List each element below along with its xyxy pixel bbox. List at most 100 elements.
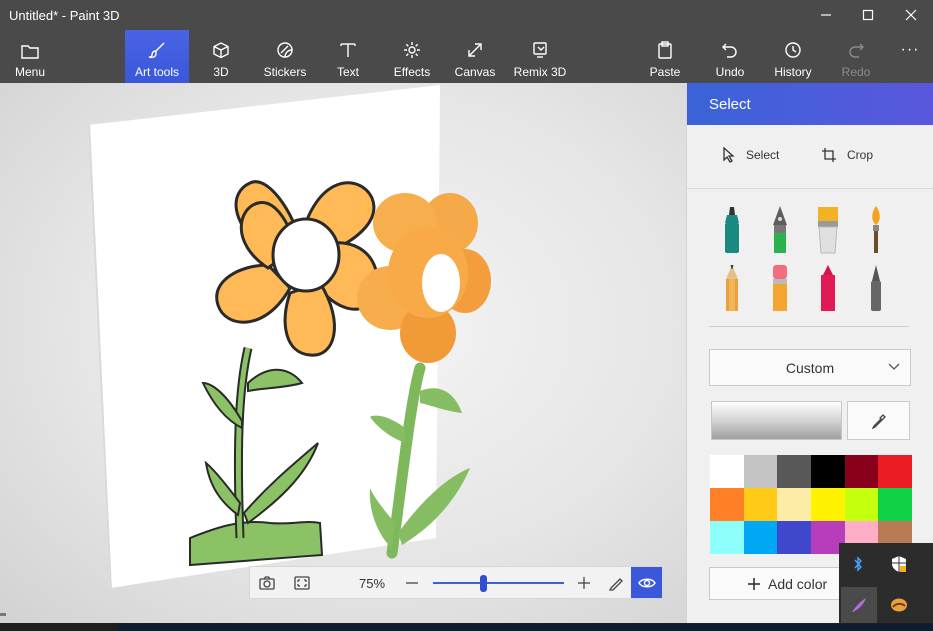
panel-title: Select	[687, 83, 933, 125]
art-tools-label: Art tools	[134, 65, 179, 79]
redo-label: Redo	[841, 65, 871, 79]
stickers-label: Stickers	[263, 65, 307, 79]
oil-brush-icon[interactable]	[813, 205, 843, 255]
zoom-in-button[interactable]	[572, 567, 596, 598]
minimize-button[interactable]	[804, 0, 848, 30]
minus-icon	[406, 581, 418, 584]
pencil-brush-icon[interactable]	[717, 263, 747, 313]
current-color-swatch[interactable]	[711, 401, 842, 440]
remix-3d-label: Remix 3D	[513, 65, 567, 79]
screenshot-button[interactable]	[250, 567, 283, 598]
brush-icon	[148, 42, 165, 59]
close-button[interactable]	[889, 0, 933, 30]
close-icon	[905, 9, 917, 21]
zoom-out-button[interactable]	[400, 567, 424, 598]
redo-button[interactable]: Redo	[838, 30, 874, 83]
draw-mode-button[interactable]	[602, 567, 630, 598]
3d-label: 3D	[213, 65, 229, 79]
paint-tray-button[interactable]	[884, 590, 914, 620]
fit-screen-icon	[294, 575, 310, 590]
canvas-workspace[interactable]	[0, 83, 686, 623]
text-label: Text	[336, 65, 359, 79]
sun-icon	[404, 42, 420, 58]
plus-icon	[578, 576, 590, 589]
tab-canvas[interactable]: Canvas	[453, 30, 497, 83]
maximize-button[interactable]	[846, 0, 890, 30]
crop-label: Crop	[847, 148, 874, 162]
brush-divider	[709, 326, 909, 327]
pen-workspace-tray-button[interactable]	[844, 590, 874, 620]
eraser-icon[interactable]	[765, 263, 795, 313]
color-swatch[interactable]	[710, 521, 744, 554]
color-swatch[interactable]	[743, 488, 778, 521]
pixel-pen-icon[interactable]	[861, 263, 891, 313]
crop-button[interactable]: Crop	[821, 147, 873, 163]
ribbon: Menu Art tools 3D Stickers Text Effects …	[0, 30, 933, 83]
color-swatch[interactable]	[811, 488, 845, 521]
color-swatch[interactable]	[743, 455, 778, 488]
remix-icon	[533, 42, 547, 58]
select-label: Select	[746, 148, 780, 162]
pen-feather-icon	[852, 598, 866, 612]
3d-view-button[interactable]	[631, 567, 662, 598]
title-bar: Untitled* - Paint 3D	[0, 0, 933, 30]
color-swatch[interactable]	[878, 455, 912, 488]
flat-flower-center	[271, 217, 341, 293]
resize-icon	[468, 43, 482, 57]
canvas-board	[88, 85, 440, 588]
crop-icon	[822, 148, 836, 162]
plus-icon	[748, 578, 760, 590]
maximize-icon	[862, 9, 874, 21]
color-swatch[interactable]	[777, 488, 811, 521]
color-swatch[interactable]	[844, 455, 879, 488]
crayon-icon[interactable]	[813, 263, 843, 313]
art-tools-panel: Select Select Crop Custom Add color	[686, 83, 933, 623]
paste-label: Paste	[649, 65, 681, 79]
tab-stickers[interactable]: Stickers	[258, 30, 312, 83]
color-swatch[interactable]	[710, 488, 744, 521]
bluetooth-icon	[854, 556, 862, 572]
color-swatch[interactable]	[811, 455, 845, 488]
more-options-button[interactable]: ···	[893, 30, 927, 83]
system-tray-flyout	[839, 543, 933, 625]
color-swatch[interactable]	[710, 455, 744, 488]
watercolor-brush-icon[interactable]	[861, 205, 891, 255]
history-icon	[785, 42, 801, 58]
fit-to-screen-button[interactable]	[286, 567, 318, 598]
color-swatch[interactable]	[878, 488, 912, 521]
undo-button[interactable]: Undo	[710, 30, 750, 83]
security-tray-button[interactable]	[884, 549, 914, 579]
eyedropper-button[interactable]	[847, 401, 910, 440]
history-button[interactable]: History	[770, 30, 816, 83]
add-color-label: Add color	[768, 576, 828, 592]
brush-type-dropdown[interactable]: Custom	[709, 349, 911, 386]
brush-grid	[709, 205, 909, 327]
clipboard-icon	[658, 41, 672, 59]
more-options-icon: ···	[900, 40, 920, 58]
tab-art-tools[interactable]: Art tools	[125, 30, 189, 83]
color-palette	[710, 455, 912, 554]
color-swatch[interactable]	[777, 455, 811, 488]
zoom-slider-thumb[interactable]	[479, 575, 487, 592]
marker-brush-icon[interactable]	[717, 205, 747, 255]
tab-3d[interactable]: 3D	[200, 30, 242, 83]
pencil-icon	[608, 577, 623, 591]
tab-text[interactable]: Text	[328, 30, 368, 83]
select-button[interactable]: Select	[722, 147, 779, 163]
menu-button[interactable]: Menu	[0, 30, 60, 83]
tab-effects[interactable]: Effects	[389, 30, 435, 83]
palette-icon	[891, 598, 907, 612]
tab-remix-3d[interactable]: Remix 3D	[511, 30, 569, 83]
color-swatch[interactable]	[844, 488, 879, 521]
bluetooth-tray-button[interactable]	[843, 549, 873, 579]
color-swatch[interactable]	[777, 521, 811, 554]
paste-button[interactable]: Paste	[645, 30, 685, 83]
calligraphy-pen-icon[interactable]	[765, 205, 795, 255]
zoom-percent: 75%	[358, 576, 386, 591]
horizontal-scroll-indicator[interactable]	[0, 613, 6, 616]
color-swatch[interactable]	[743, 521, 778, 554]
puffy-flower-center	[422, 254, 460, 312]
zoom-slider[interactable]	[433, 582, 564, 584]
scene-3d[interactable]	[0, 83, 686, 623]
menu-label: Menu	[14, 65, 46, 79]
